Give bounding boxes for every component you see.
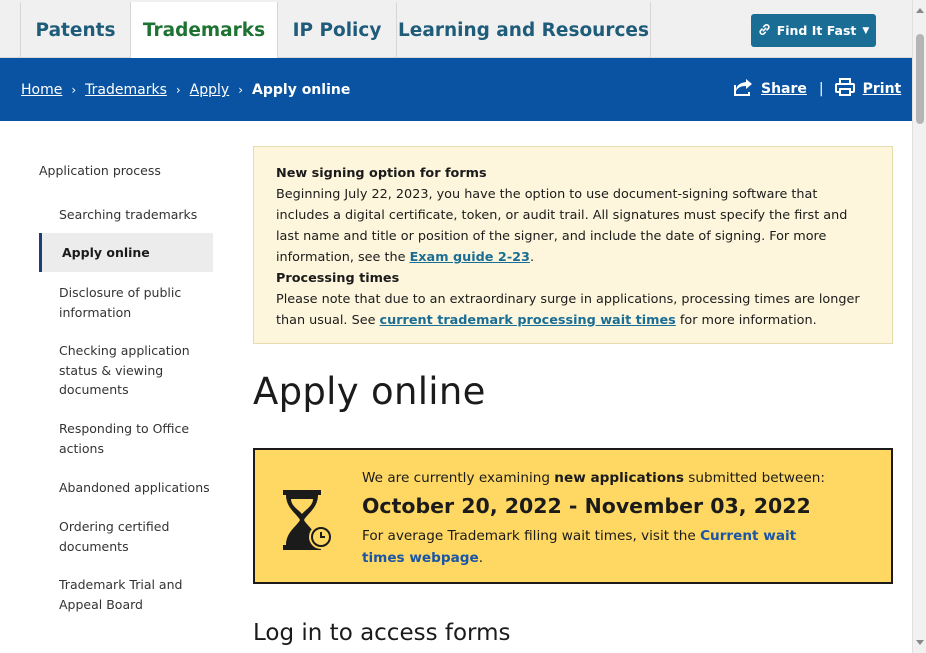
chevron-right-icon: › xyxy=(238,83,244,97)
wait-times-link[interactable]: current trademark processing wait times xyxy=(380,313,676,328)
tab-label: Trademarks xyxy=(142,20,266,41)
top-nav: Patents Trademarks IP Policy Learning an… xyxy=(0,0,912,59)
breadcrumb-home[interactable]: Home xyxy=(21,82,62,98)
examination-intro: We are currently examining new applicati… xyxy=(362,470,825,486)
breadcrumb-apply[interactable]: Apply xyxy=(190,82,230,98)
scroll-down-icon[interactable] xyxy=(916,640,924,645)
link-icon xyxy=(758,23,771,39)
tab-label: Patents xyxy=(35,19,116,41)
sidebar-item-office-actions[interactable]: Responding to Office actions xyxy=(39,419,213,458)
exam-pre: We are currently examining xyxy=(362,470,550,486)
exam-post: submitted between: xyxy=(688,470,825,486)
breadcrumb-trademarks[interactable]: Trademarks xyxy=(85,82,167,98)
sidebar-item-abandoned[interactable]: Abandoned applications xyxy=(39,478,213,498)
scrollbar[interactable] xyxy=(912,0,926,653)
examination-wait-times: For average Trademark filing wait times,… xyxy=(362,528,797,566)
sidebar-heading[interactable]: Application process xyxy=(39,163,161,178)
scroll-up-icon[interactable] xyxy=(916,8,924,13)
print-link[interactable]: Print xyxy=(863,81,902,97)
sidebar-item-ttab[interactable]: Trademark Trial and Appeal Board xyxy=(39,575,213,614)
tab-ip-policy[interactable]: IP Policy xyxy=(278,2,397,58)
page-actions: Share | Print xyxy=(733,78,901,100)
share-icon xyxy=(733,78,753,100)
page-title: Apply online xyxy=(253,370,486,413)
notice-body-signing: Beginning July 22, 2023, you have the op… xyxy=(276,187,848,265)
breadcrumb: Home › Trademarks › Apply › Apply online xyxy=(21,82,350,98)
notice-title-processing: Processing times xyxy=(276,271,400,286)
chevron-right-icon: › xyxy=(71,83,77,97)
notice-box: New signing option for forms Beginning J… xyxy=(253,146,893,344)
sidebar-item-certified-documents[interactable]: Ordering certified documents xyxy=(39,517,213,556)
notice-title-signing: New signing option for forms xyxy=(276,166,487,181)
sidebar-item-disclosure[interactable]: Disclosure of public information xyxy=(39,283,213,322)
tab-trademarks[interactable]: Trademarks xyxy=(131,2,278,59)
chevron-right-icon: › xyxy=(175,83,181,97)
sidebar-item-searching-trademarks[interactable]: Searching trademarks xyxy=(39,205,213,225)
printer-icon xyxy=(834,78,855,100)
scrollbar-thumb[interactable] xyxy=(916,34,924,124)
examination-banner: We are currently examining new applicati… xyxy=(253,448,893,584)
share-link[interactable]: Share xyxy=(761,81,807,97)
sidebar-item-checking-status[interactable]: Checking application status & viewing do… xyxy=(39,341,213,400)
breadcrumb-current: Apply online xyxy=(252,82,351,98)
wait-pre: For average Trademark filing wait times,… xyxy=(362,528,696,544)
exam-strong: new applications xyxy=(554,470,684,486)
examination-dates: October 20, 2022 - November 03, 2022 xyxy=(362,494,811,518)
find-it-fast-button[interactable]: Find It Fast ▼ xyxy=(751,14,876,47)
sidebar-item-apply-online[interactable]: Apply online xyxy=(39,233,213,272)
tab-patents[interactable]: Patents xyxy=(20,2,131,58)
tab-label: IP Policy xyxy=(292,19,382,41)
exam-guide-link[interactable]: Exam guide 2-23 xyxy=(410,250,530,265)
tab-learning-resources[interactable]: Learning and Resources xyxy=(397,2,651,58)
breadcrumb-band: Home › Trademarks › Apply › Apply online… xyxy=(0,58,912,121)
notice-body-processing-end: for more information. xyxy=(679,313,817,328)
tab-label: Learning and Resources xyxy=(398,19,649,41)
hourglass-clock-icon xyxy=(283,490,335,556)
section-title: Log in to access forms xyxy=(253,620,511,646)
divider: | xyxy=(818,81,824,97)
caret-down-icon: ▼ xyxy=(862,25,870,36)
find-it-fast-label: Find It Fast xyxy=(776,23,857,38)
